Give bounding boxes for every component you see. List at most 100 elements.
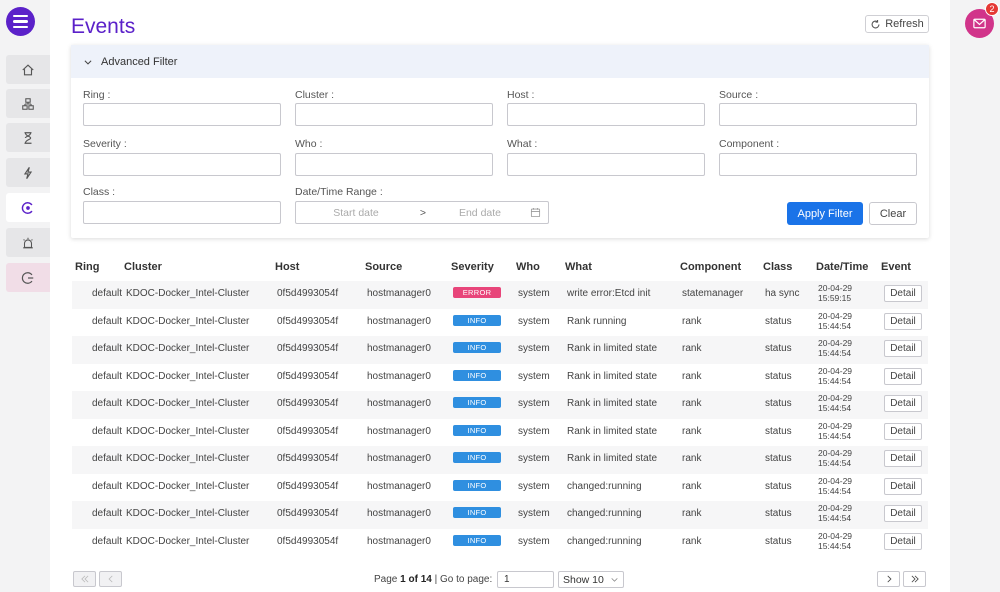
menu-logo-icon[interactable] (6, 7, 35, 36)
row-cluster: KDOC-Docker_Intel-Cluster (126, 453, 250, 464)
row-date: 20-04-29 (818, 475, 853, 486)
row-what: Rank in limited state (567, 398, 658, 409)
row-ring: default (92, 480, 123, 492)
who-input[interactable] (295, 153, 493, 176)
goto-page-input[interactable]: 1 (497, 571, 554, 588)
detail-button[interactable]: Detail (884, 285, 922, 302)
row-datetime: 20-04-29 15:44:54 (818, 366, 852, 386)
row-component: rank (682, 535, 702, 547)
first-page-button[interactable] (73, 571, 96, 587)
nav-lightning-icon[interactable] (6, 158, 50, 187)
nav-cluster-icon[interactable] (6, 89, 50, 118)
table-row: default KDOC-Docker_Intel-Cluster 0f5d4993… (72, 281, 928, 309)
row-what: write error:Etcd init (567, 288, 651, 299)
nav-hourglass-icon[interactable] (6, 123, 50, 152)
detail-button[interactable]: Detail (884, 532, 922, 550)
right-strip: 2 (950, 0, 1000, 592)
source-input[interactable] (719, 103, 917, 126)
row-what: changed:running (567, 480, 642, 492)
table-row: default KDOC-Docker_Intel-Cluster 0f5d4993… (72, 364, 928, 392)
row-class: status (765, 508, 792, 519)
page-size-select[interactable]: Show 10 (558, 571, 624, 588)
row-component: rank (682, 315, 702, 327)
row-datetime: 20-04-29 15:44:54 (818, 421, 852, 441)
what-input[interactable] (507, 153, 705, 176)
col-component: Component (680, 261, 742, 273)
ring-label: Ring : (83, 89, 111, 101)
detail-button[interactable]: Detail (884, 312, 922, 330)
host-input[interactable] (507, 103, 705, 126)
table-row: default KDOC-Docker_Intel-Cluster 0f5d4993… (72, 419, 928, 447)
row-date: 20-04-29 (818, 283, 853, 293)
end-date-input[interactable]: End date (430, 207, 530, 219)
row-datetime: 20-04-29 15:44:54 (818, 448, 852, 468)
row-class: status (765, 343, 792, 354)
severity-badge: INFO (453, 342, 501, 353)
row-source: hostmanager0 (367, 453, 431, 464)
col-host: Host (275, 261, 300, 273)
row-class: status (765, 425, 792, 437)
refresh-label: Refresh (885, 18, 924, 30)
next-page-button[interactable] (877, 571, 900, 587)
row-datetime: 20-04-29 15:44:54 (818, 503, 852, 523)
row-what: changed:running (567, 535, 642, 547)
last-page-button[interactable] (903, 571, 926, 587)
chevron-down-icon (84, 59, 92, 65)
row-who: system (518, 453, 550, 464)
detail-button[interactable]: Detail (884, 505, 922, 522)
class-label: Class : (83, 186, 116, 198)
row-class: ha sync (765, 288, 800, 299)
row-who: system (518, 398, 550, 409)
row-ring: default (92, 315, 123, 327)
row-date: 20-04-29 (818, 310, 853, 321)
row-datetime: 20-04-29 15:59:15 (818, 283, 852, 303)
severity-badge: INFO (453, 424, 501, 436)
nav-home-icon[interactable] (6, 55, 50, 84)
start-date-input[interactable]: Start date (296, 207, 416, 219)
severity-badge: INFO (453, 397, 501, 408)
detail-button[interactable]: Detail (884, 450, 922, 467)
row-host: 0f5d4993054f (277, 370, 339, 382)
mail-icon[interactable]: 2 (965, 2, 999, 38)
clear-button[interactable]: Clear (869, 202, 917, 225)
row-ring: default (92, 425, 123, 437)
severity-badge: INFO (453, 507, 501, 518)
row-class: status (765, 480, 792, 492)
col-what: What (565, 261, 592, 273)
table-row: default KDOC-Docker_Intel-Cluster 0f5d4993… (72, 446, 928, 474)
class-input[interactable] (83, 201, 281, 224)
nav-events-icon[interactable] (6, 193, 50, 222)
date-range-picker[interactable]: Start date > End date (295, 201, 549, 224)
severity-badge: INFO (453, 369, 501, 381)
severity-input[interactable] (83, 153, 281, 176)
row-date: 20-04-29 (818, 338, 853, 348)
detail-button[interactable]: Detail (884, 367, 922, 385)
row-component: rank (682, 370, 702, 382)
double-chevron-left-icon (80, 575, 88, 583)
col-event: Event (881, 261, 911, 273)
table-row: default KDOC-Docker_Intel-Cluster 0f5d4993… (72, 391, 928, 419)
detail-button[interactable]: Detail (884, 477, 922, 495)
row-who: system (518, 535, 550, 547)
detail-button[interactable]: Detail (884, 395, 922, 412)
refresh-button[interactable]: Refresh (865, 15, 929, 33)
ring-input[interactable] (83, 103, 281, 126)
apply-filter-button[interactable]: Apply Filter (787, 202, 863, 225)
row-source: hostmanager0 (367, 370, 431, 382)
prev-page-button[interactable] (99, 571, 122, 587)
row-what: Rank in limited state (567, 370, 658, 382)
detail-button[interactable]: Detail (884, 340, 922, 357)
severity-badge: INFO (453, 534, 501, 546)
nav-alarm-icon[interactable] (6, 228, 50, 257)
advanced-filter-toggle[interactable]: Advanced Filter (71, 45, 929, 78)
row-cluster: KDOC-Docker_Intel-Cluster (126, 535, 250, 547)
row-host: 0f5d4993054f (277, 535, 339, 547)
row-date: 20-04-29 (818, 448, 853, 458)
cluster-input[interactable] (295, 103, 493, 126)
row-cluster: KDOC-Docker_Intel-Cluster (126, 343, 250, 354)
row-who: system (518, 343, 550, 354)
row-datetime: 20-04-29 15:44:54 (818, 531, 852, 551)
component-input[interactable] (719, 153, 917, 176)
row-component: rank (682, 508, 702, 519)
detail-button[interactable]: Detail (884, 422, 922, 440)
